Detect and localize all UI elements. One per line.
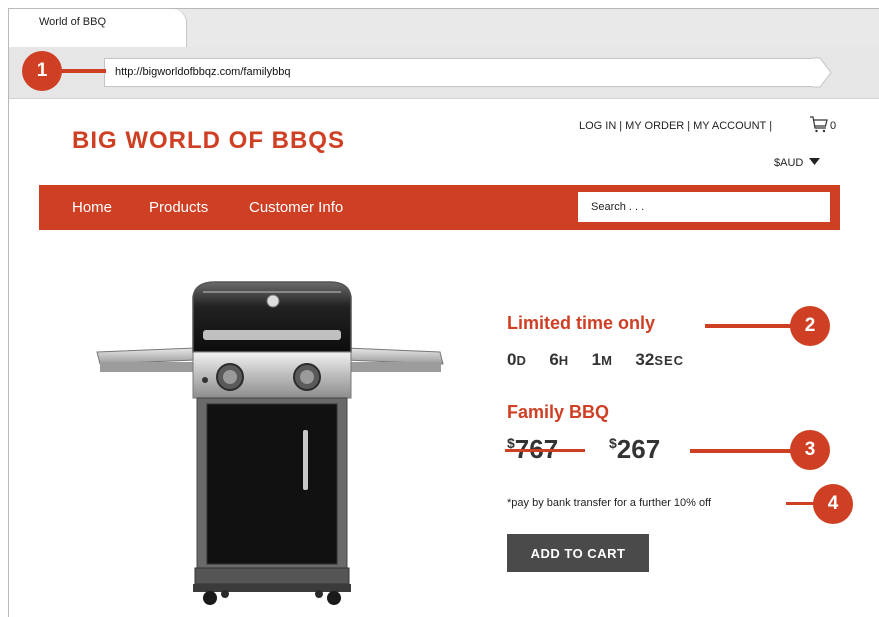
callout-badge-2: 2: [790, 306, 830, 346]
my-order-link[interactable]: MY ORDER: [625, 120, 684, 132]
countdown-seconds: 32SEC: [635, 350, 685, 369]
new-price: $267: [609, 434, 661, 464]
product-name: Family BBQ: [507, 402, 610, 422]
address-bar[interactable]: http://bigworldofbbqz.com/familybbq: [104, 58, 814, 87]
callout-badge-3: 3: [790, 430, 830, 470]
address-bar-arrow-icon: [812, 57, 832, 88]
nav-item-products[interactable]: Products: [149, 199, 208, 216]
nav-item-home[interactable]: Home: [72, 199, 112, 216]
search-input[interactable]: [578, 192, 830, 222]
callout-badge-1: 1: [22, 51, 62, 91]
bank-transfer-note: *pay by bank transfer for a further 10% …: [507, 497, 712, 509]
main-nav: Home Products Customer Info: [39, 185, 840, 230]
countdown-minutes: 1M: [591, 350, 613, 369]
countdown-hours: 6H: [549, 350, 570, 369]
countdown-days: 0D: [507, 350, 527, 369]
promo-title: Limited time only: [507, 313, 656, 333]
cart-icon[interactable]: [809, 114, 829, 134]
link-separator: |: [619, 120, 623, 132]
callout-badge-4: 4: [813, 484, 853, 524]
callout-leader-4: [786, 502, 816, 505]
old-price-strikethrough: [505, 449, 585, 452]
account-links: LOG IN | MY ORDER | MY ACCOUNT |: [579, 120, 775, 132]
login-link[interactable]: LOG IN: [579, 120, 616, 132]
tab-bar: World of BBQ: [9, 9, 879, 47]
add-to-cart-button[interactable]: ADD TO CART: [507, 534, 649, 572]
browser-toolbar: http://bigworldofbbqz.com/familybbq: [9, 47, 879, 99]
bbq-grill-image: [96, 281, 444, 605]
callout-leader-3: [690, 449, 795, 453]
site-logo[interactable]: BIG WORLD OF BBQS: [72, 127, 345, 155]
link-separator: |: [687, 120, 691, 132]
my-account-link[interactable]: MY ACCOUNT: [693, 120, 766, 132]
caret-down-icon[interactable]: [809, 158, 820, 166]
currency-selector[interactable]: $AUD: [774, 157, 803, 169]
callout-leader-2: [705, 324, 795, 328]
callout-leader-1: [58, 69, 106, 73]
cart-count[interactable]: 0: [830, 120, 836, 132]
nav-item-customer-info[interactable]: Customer Info: [249, 199, 343, 216]
countdown-timer: 0D 6H 1M 32SEC: [507, 350, 702, 370]
browser-tab[interactable]: World of BBQ: [9, 9, 187, 47]
link-separator: |: [769, 120, 773, 132]
